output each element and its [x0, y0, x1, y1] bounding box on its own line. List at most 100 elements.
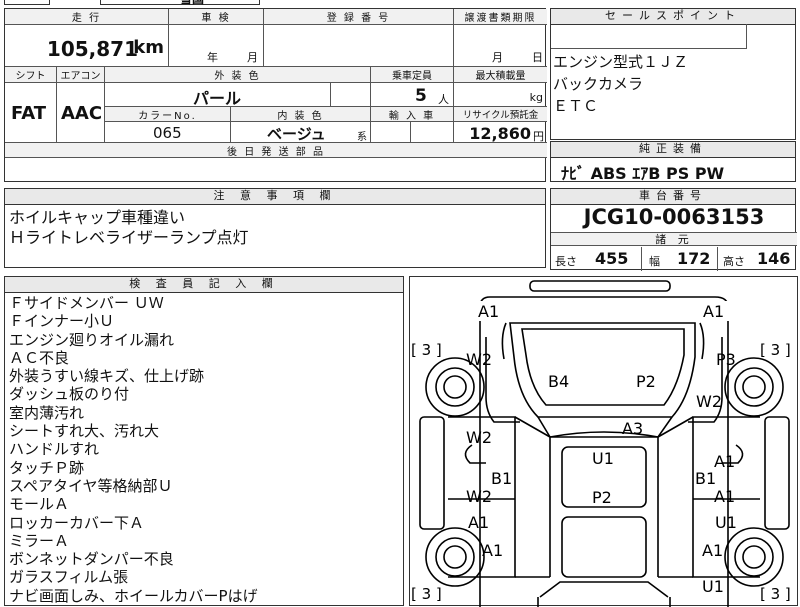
equipment-panel: 純正装備 ﾅﾋﾞ ABS ｴｱB PS PW [550, 141, 796, 183]
top-strip-fragment: 雪国 [180, 0, 204, 7]
mark-a1-left-rear: A1 [482, 541, 503, 560]
recycle-label: リサイクル預託金 [454, 107, 547, 122]
car-damage-diagram: A1 A1 [ 3 ] [ 3 ] W2 P3 B4 P2 W2 A3 W2 A… [409, 276, 798, 607]
equipment-text: ﾅﾋﾞ ABS ｴｱB PS PW [561, 164, 725, 183]
inspector-note: ナビ画面しみ、ホイールカバーPはげ [9, 586, 258, 605]
mark-bracket-left-front: [ 3 ] [411, 341, 442, 359]
height-value: 146 [757, 249, 791, 268]
ac-value: AAC [61, 103, 103, 124]
shift-cell: FAT [5, 83, 57, 143]
mark-u1-right-quarter: U1 [715, 513, 737, 532]
width-label: 幅 [649, 255, 660, 268]
inspector-header: 検 査 員 記 入 欄 [5, 277, 403, 293]
color-no-value: 065 [153, 124, 182, 142]
mark-w2-left-door: W2 [466, 428, 492, 447]
inspector-note: Ｆサイドメンバー ＵＷ [9, 294, 164, 312]
mark-bracket-left-rear: [ 3 ] [411, 585, 442, 603]
mileage-unit: km [133, 37, 164, 58]
import-label: 輸 入 車 [371, 107, 454, 122]
ac-cell: AAC [57, 83, 105, 143]
later-parts-label: 後 日 発 送 部 品 [5, 143, 547, 158]
sales-points-header: セールスポイント [551, 9, 795, 25]
import-cell-b [411, 122, 454, 143]
registration-cell [264, 25, 454, 67]
mark-w2-right: W2 [696, 392, 722, 411]
mark-p2-hood: P2 [636, 372, 656, 391]
vehicle-info-table: 走 行 車 検 登 録 番 号 譲渡書類期限 105,871 km 年 月 月 … [4, 8, 547, 182]
sales-points-list: エンジン型式１ＪＺ バックカメラ ＥＴＣ [553, 51, 688, 117]
inspector-note: ボンネットダンパー不良 [9, 550, 174, 569]
mark-a3-windshield: A3 [622, 419, 643, 438]
inspector-note: ロッカーカバー下Ａ [9, 513, 145, 532]
max-load-unit: kg [529, 91, 543, 104]
inspector-panel: 検 査 員 記 入 欄 Ｆサイドメンバー ＵＷ Ｆインナー小Ｕ エンジン廻りオイ… [4, 276, 404, 606]
sales-point-line: バックカメラ [553, 75, 644, 93]
capacity-unit: 人 [438, 93, 449, 106]
capacity-label: 乗車定員 [371, 67, 454, 83]
transfer-month: 月 [492, 51, 503, 64]
inspector-note: 外装うすい線キズ、仕上げ跡 [9, 367, 205, 386]
inspector-note: モールＡ [9, 495, 70, 514]
mileage-label: 走 行 [5, 9, 169, 25]
width-value: 172 [677, 249, 711, 268]
inspector-note: Ｆインナー小Ｕ [9, 312, 115, 331]
shift-value: FAT [11, 103, 47, 124]
registration-label: 登 録 番 号 [264, 9, 454, 25]
specs-header: 諸 元 [551, 232, 797, 246]
exterior-extra-cell [331, 83, 371, 107]
color-no-label: カラーNo. [105, 107, 231, 122]
inspector-note: タッチＰ跡 [9, 458, 85, 477]
inspection-label: 車 検 [169, 9, 264, 25]
mark-a1-front-right: A1 [703, 302, 724, 321]
inspector-note: シートすれ大、汚れ大 [9, 422, 160, 441]
mark-p2-cabin: P2 [592, 488, 612, 507]
mark-a1-right-rear: A1 [702, 541, 723, 560]
recycle-unit: 円 [533, 130, 544, 143]
caution-line: Ｈライトレベライザーランプ点灯 [9, 228, 249, 247]
mark-a1-right-rear-door: A1 [714, 487, 735, 506]
transfer-deadline-label: 譲渡書類期限 [454, 9, 547, 25]
sales-point-line: エンジン型式１ＪＺ [553, 53, 689, 71]
caution-panel: 注 意 事 項 欄 ホイルキャップ車種違い Ｈライトレベライザーランプ点灯 [4, 188, 546, 268]
chassis-header: 車台番号 [551, 189, 795, 205]
length-value: 455 [595, 249, 629, 268]
equipment-header: 純正装備 [551, 142, 795, 158]
specs-row: 長さ 455 幅 172 高さ 146 [551, 247, 797, 271]
ac-label: エアコン [57, 67, 105, 83]
inspector-note: ダッシュ板のり付 [9, 385, 130, 404]
chassis-panel: 車台番号 JCG10-0063153 諸 元 長さ 455 幅 172 高さ 1… [550, 188, 797, 271]
mark-bracket-right-front: [ 3 ] [760, 341, 791, 359]
color-no-cell: 065 [105, 122, 231, 143]
inspector-note: ミラーＡ [9, 531, 70, 550]
interior-color-label: 内 装 色 [231, 107, 371, 122]
mark-u1-roof: U1 [592, 449, 614, 468]
shift-label: シフト [5, 67, 57, 83]
inspector-note: エンジン廻りオイル漏れ [9, 330, 175, 349]
mark-b4-hood: B4 [548, 372, 569, 391]
mark-p3-right-fender: P3 [716, 350, 736, 369]
inspector-note: 室内薄汚れ [9, 403, 85, 422]
exterior-color-cell: パール [105, 83, 331, 108]
interior-color-value: ベージュ [267, 125, 326, 143]
recycle-cell: 12,860 円 [454, 122, 547, 143]
mark-b1-right: B1 [695, 469, 716, 488]
transfer-day: 日 [532, 51, 543, 64]
max-load-label: 最大積載量 [454, 67, 547, 83]
top-strip: 雪国 [0, 0, 800, 6]
transfer-cell: 月 日 [454, 25, 547, 67]
length-label: 長さ [555, 255, 577, 268]
inspection-cell: 年 月 [169, 25, 264, 67]
capacity-cell: 5 人 [371, 83, 454, 107]
sales-points-panel: セールスポイント エンジン型式１ＪＺ バックカメラ ＥＴＣ [550, 8, 796, 140]
inspector-note: ＡＣ不良 [9, 348, 70, 367]
mileage-value: 105,871 [46, 37, 138, 61]
sales-point-line: ＥＴＣ [553, 97, 599, 115]
mileage-cell: 105,871 km [5, 25, 169, 67]
mark-w2-left-fender: W2 [466, 350, 492, 369]
recycle-value: 12,860 [469, 124, 531, 143]
inspector-note: ハンドルすれ [9, 440, 100, 459]
max-load-cell: kg [454, 83, 547, 107]
mark-a1-right-door: A1 [714, 452, 735, 471]
caution-header: 注 意 事 項 欄 [5, 189, 545, 205]
interior-color-cell: ベージュ 系 [231, 122, 371, 143]
